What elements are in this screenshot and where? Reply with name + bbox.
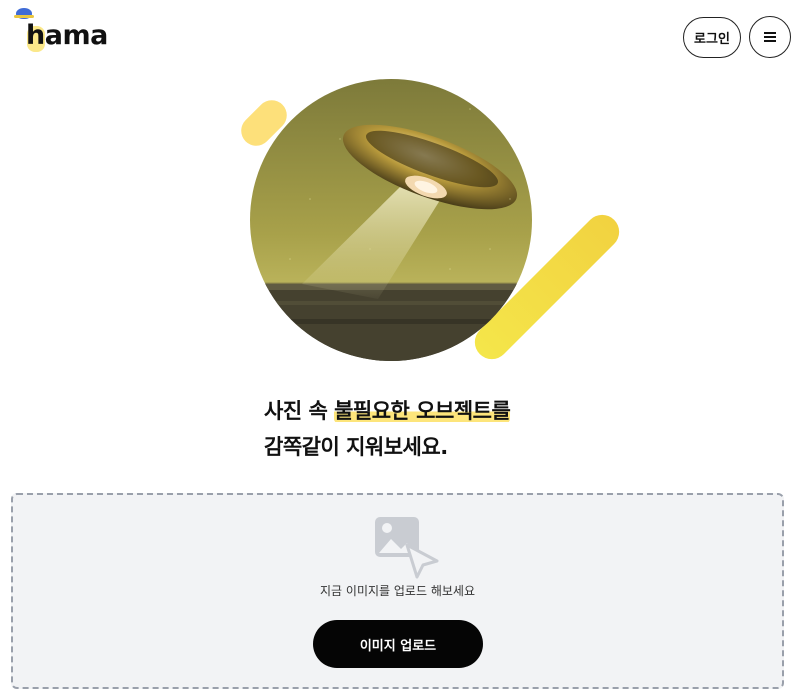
menu-button[interactable] [749, 16, 791, 58]
headline-line2: 감쪽같이 지워보세요. [264, 435, 448, 459]
logo-hat-icon [14, 8, 34, 19]
login-button[interactable]: 로그인 [683, 17, 741, 58]
logo[interactable]: hama [14, 4, 124, 54]
upload-image-button[interactable]: 이미지 업로드 [313, 620, 483, 668]
upload-prompt: 지금 이미지를 업로드 해보세요 [320, 584, 475, 598]
headline-line1: 사진 속 불필요한 오브젝트를 [264, 393, 511, 429]
upload-dropzone[interactable]: 지금 이미지를 업로드 해보세요 이미지 업로드 [11, 493, 784, 689]
ufo-photo-image [250, 79, 532, 361]
logo-text: hama [26, 20, 108, 51]
headline-prefix: 사진 속 [264, 399, 335, 423]
ufo-photo [250, 79, 532, 361]
headline-highlight: 불필요한 오브젝트를 [334, 399, 511, 423]
hero-illustration [230, 75, 627, 370]
image-upload-icon [375, 517, 439, 579]
page-headline: 사진 속 불필요한 오브젝트를 감쪽같이 지워보세요. [264, 393, 511, 465]
hamburger-menu-icon [764, 32, 776, 42]
